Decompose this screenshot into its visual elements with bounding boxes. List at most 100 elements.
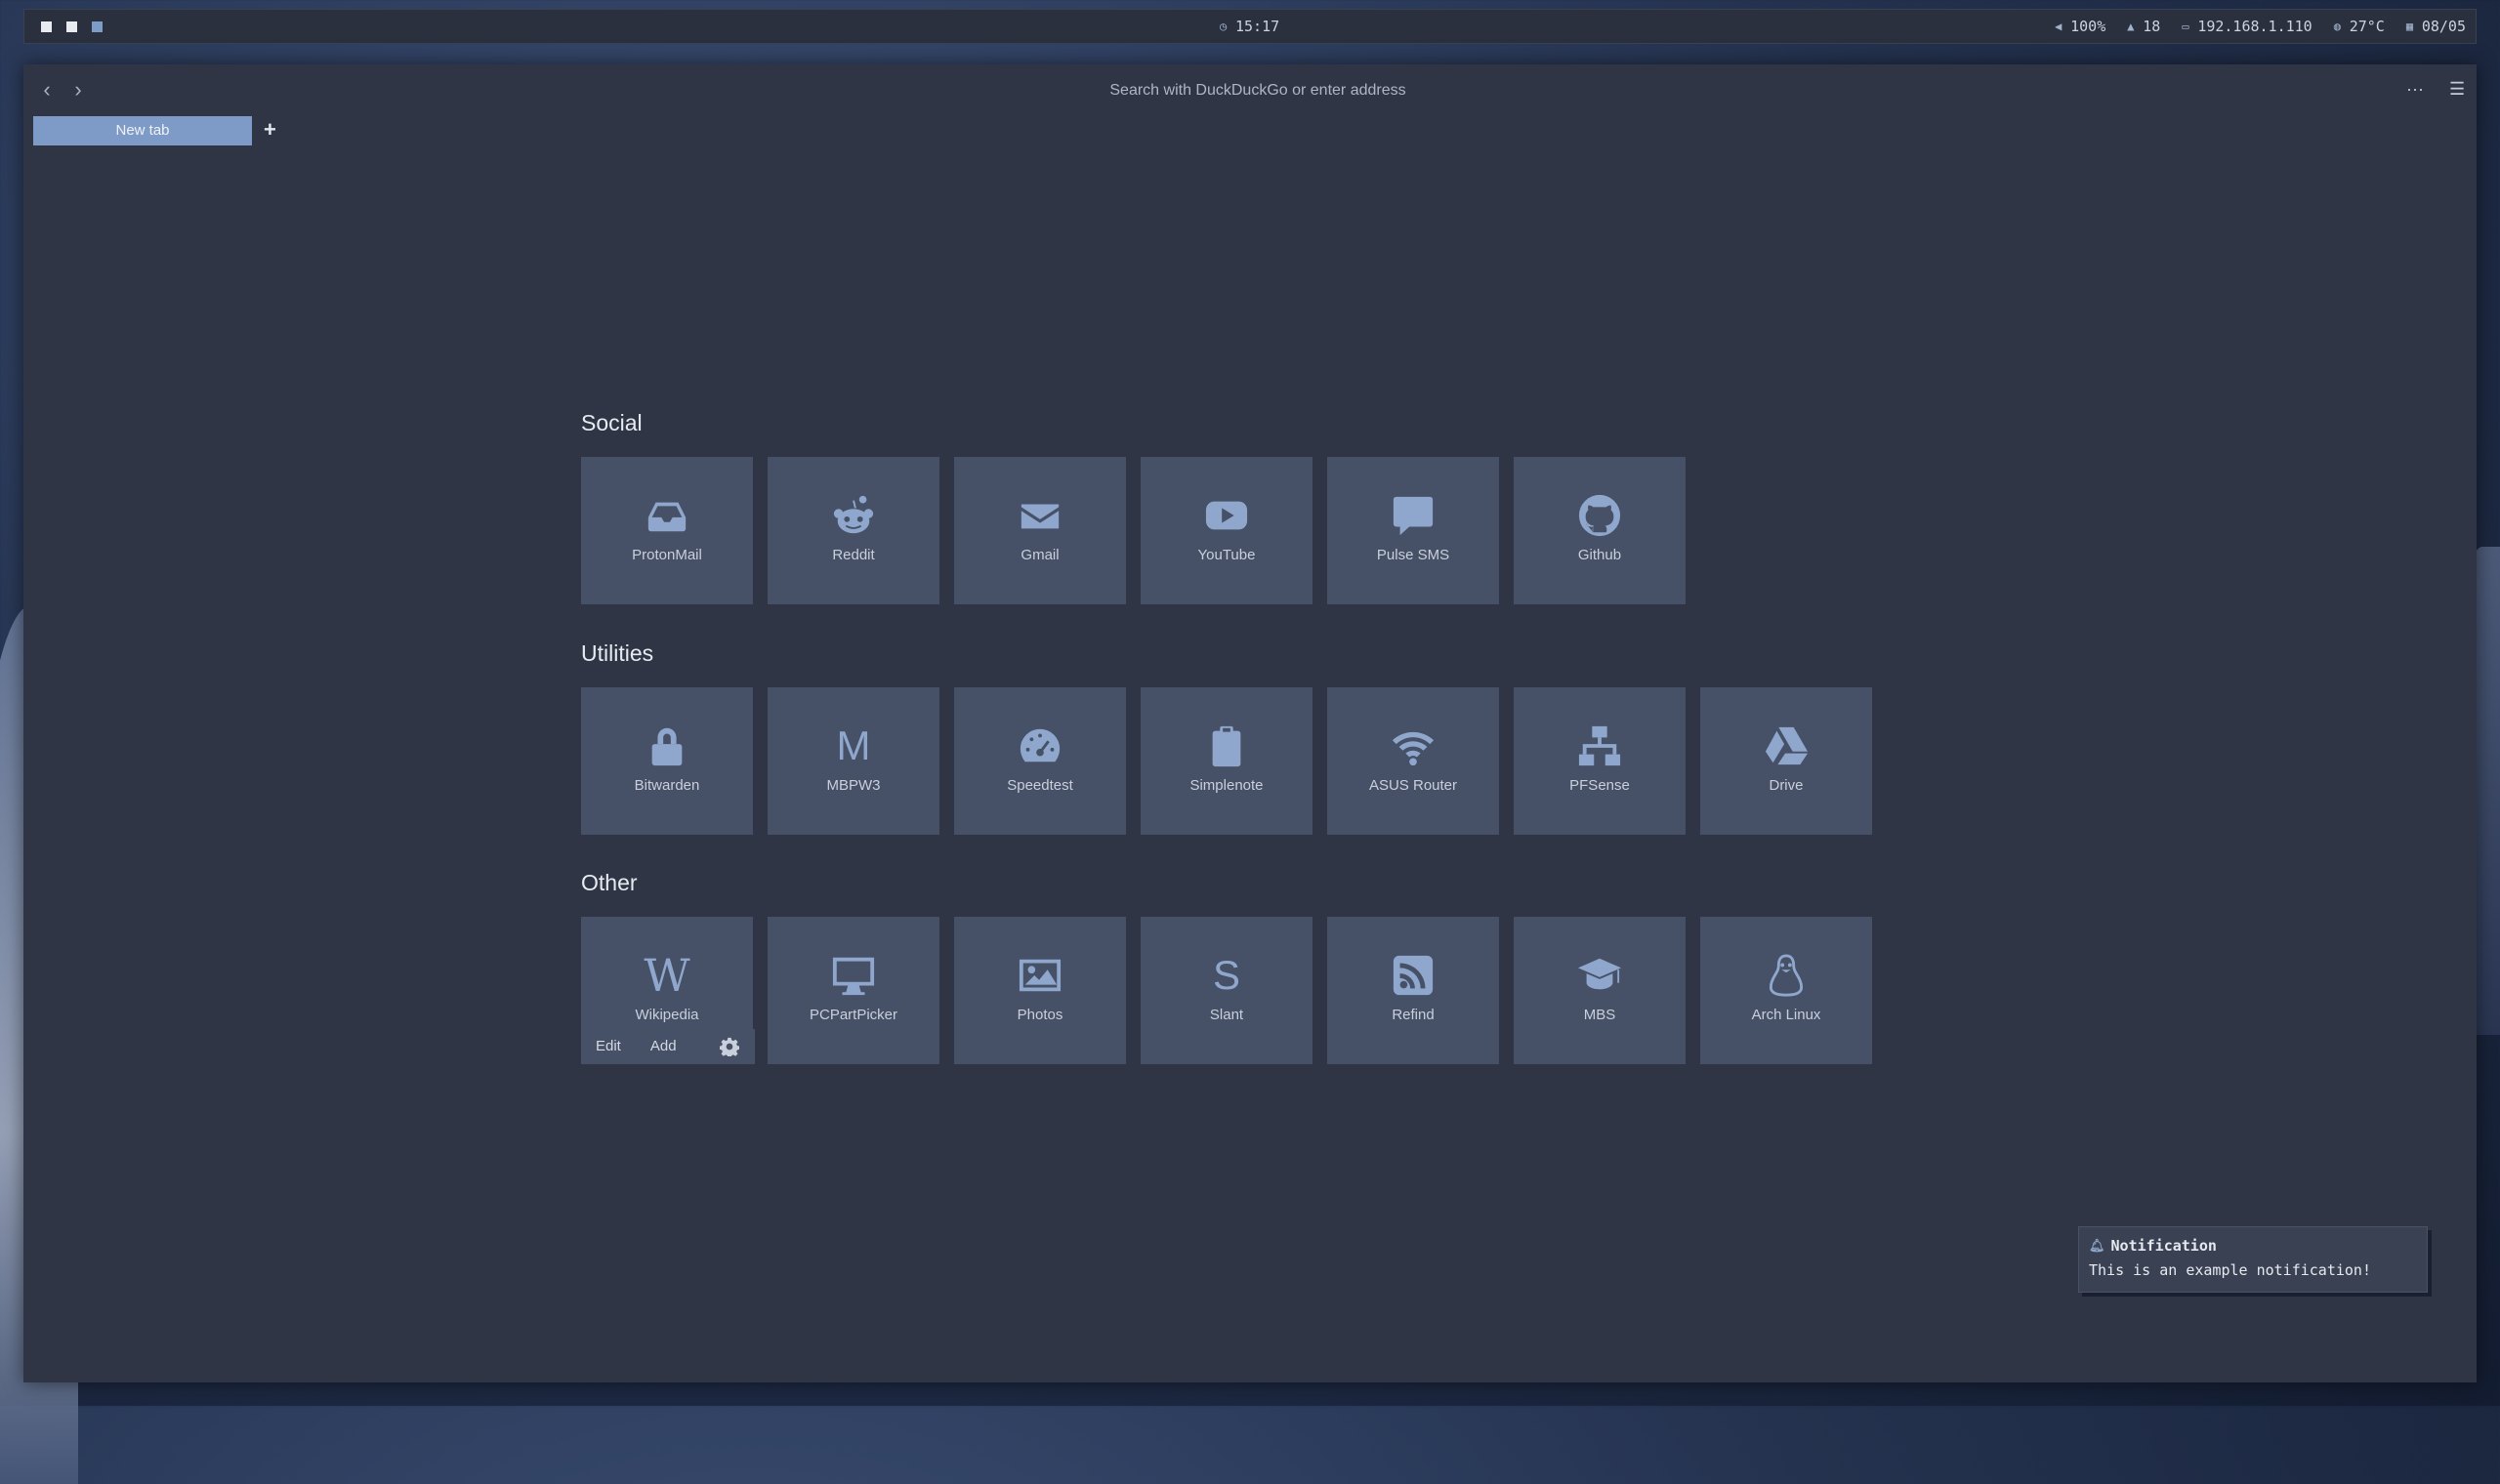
workspace-1[interactable] [41,21,52,32]
envelope-icon [1017,492,1063,539]
bookmark-label: MBPW3 [826,777,881,794]
bookmark-label: Pulse SMS [1376,547,1450,563]
calendar-icon: ▦ [2405,19,2414,33]
bookmark-refind[interactable]: Refind [1327,917,1499,1064]
updates-count: 18 [2143,18,2161,35]
updates-indicator[interactable]: ▲ 18 [2127,18,2160,35]
settings-button[interactable] [703,1029,755,1064]
tab-new-tab[interactable]: New tab [33,116,252,145]
edit-button[interactable]: Edit [581,1029,636,1064]
lock-icon [644,722,690,769]
volume-value: 100% [2070,18,2106,35]
temperature-value: 27°C [2349,18,2385,35]
network-icon [1576,722,1623,769]
bookmark-label: Gmail [1021,547,1060,563]
rss-icon [1390,952,1437,999]
other-bookmarks: W Wikipedia PCPartPicker Photos S Slant … [581,917,1872,1064]
hamburger-icon: ☰ [2449,79,2466,99]
bookmark-gmail[interactable]: Gmail [954,457,1126,604]
speedometer-icon [1017,722,1063,769]
bookmark-actions: Edit Add [581,1029,755,1064]
bookmark-label: PFSense [1569,777,1630,794]
bookmark-github[interactable]: Github [1514,457,1686,604]
temperature-indicator: ◍ 27°C [2334,18,2385,35]
section-title-utilities: Utilities [581,640,654,666]
bookmark-mbs[interactable]: MBS [1514,917,1686,1064]
notification-header: 🔔︎ Notification [2089,1237,2417,1255]
letter-s-icon: S [1212,952,1240,998]
status-indicators: ◀ 100% ▲ 18 ▭ 192.168.1.110 ◍ 27°C ▦ 08/… [2055,18,2466,35]
bookmark-asus-router[interactable]: ASUS Router [1327,687,1499,835]
bookmark-label: Drive [1769,777,1804,794]
bookmark-label: YouTube [1197,547,1256,563]
bookmark-speedtest[interactable]: Speedtest [954,687,1126,835]
bookmark-label: ProtonMail [632,547,702,563]
ethernet-icon: ▭ [2182,19,2189,33]
bookmark-protonmail[interactable]: ProtonMail [581,457,753,604]
bookmark-label: Refind [1392,1007,1435,1023]
bookmark-label: PCPartPicker [809,1007,898,1023]
clock: ◷ 15:17 [1220,18,1279,35]
image-icon [1017,952,1063,999]
bookmark-label: Github [1577,547,1622,563]
main-menu-button[interactable]: ☰ [2449,76,2465,102]
reddit-icon [830,492,877,539]
bookmark-label: Reddit [832,547,875,563]
bookmark-label: Bitwarden [634,777,700,794]
bookmark-slant[interactable]: S Slant [1141,917,1312,1064]
linux-icon [1763,952,1810,999]
bookmark-label: Slant [1209,1007,1244,1023]
edit-add-group: Edit Add [581,1029,691,1064]
ip-address: 192.168.1.110 [2197,18,2312,35]
new-tab-button[interactable]: + [264,115,276,144]
arch-logo-icon: ▲ [2127,19,2135,33]
chat-bubble-icon [1390,492,1437,539]
wifi-icon [1390,722,1437,769]
clipboard-icon [1203,722,1250,769]
bookmark-bitwarden[interactable]: Bitwarden [581,687,753,835]
bookmark-mbpw3[interactable]: M MBPW3 [768,687,939,835]
gear-icon [719,1037,739,1056]
volume-indicator[interactable]: ◀ 100% [2055,18,2105,35]
address-bar[interactable]: Search with DuckDuckGo or enter address [902,76,1613,105]
speaker-icon: ◀ [2055,19,2062,33]
ellipsis-icon: ··· [2406,79,2424,99]
more-options-button[interactable]: ··· [2406,76,2424,102]
bookmark-photos[interactable]: Photos [954,917,1126,1064]
add-button[interactable]: Add [636,1029,691,1064]
workspace-2[interactable] [66,21,77,32]
bookmark-drive[interactable]: Drive [1700,687,1872,835]
github-icon [1576,492,1623,539]
bookmark-label: Arch Linux [1751,1007,1821,1023]
chevron-right-icon: › [74,77,82,102]
bookmark-pcpartpicker[interactable]: PCPartPicker [768,917,939,1064]
network-indicator[interactable]: ▭ 192.168.1.110 [2182,18,2312,35]
date-value: 08/05 [2421,18,2466,35]
notification-message: This is an example notification! [2089,1261,2371,1279]
bookmark-label: Simplenote [1189,777,1264,794]
back-button[interactable]: ‹ [35,78,59,102]
notification-popup[interactable]: 🔔︎ Notification This is an example notif… [2078,1226,2428,1293]
workspace-3[interactable] [92,21,103,32]
bookmark-arch-linux[interactable]: Arch Linux [1700,917,1872,1064]
section-title-social: Social [581,410,643,435]
bookmark-label: ASUS Router [1368,777,1458,794]
bookmark-simplenote[interactable]: Simplenote [1141,687,1312,835]
graduation-cap-icon [1576,952,1623,999]
thermometer-icon: ◍ [2333,19,2341,33]
bookmark-label: MBS [1583,1007,1616,1023]
section-title-other: Other [581,870,638,895]
wikipedia-icon: W [644,949,690,1002]
utilities-bookmarks: Bitwarden M MBPW3 Speedtest Simplenote A… [581,687,1872,835]
bookmark-youtube[interactable]: YouTube [1141,457,1312,604]
inbox-icon [644,492,690,539]
bookmark-pfsense[interactable]: PFSense [1514,687,1686,835]
google-drive-icon [1763,722,1810,769]
bookmark-reddit[interactable]: Reddit [768,457,939,604]
status-bar: ◷ 15:17 ◀ 100% ▲ 18 ▭ 192.168.1.110 ◍ 27… [23,9,2477,44]
clock-time: 15:17 [1235,18,1280,35]
bookmark-label: Wikipedia [635,1007,699,1023]
bookmark-pulse-sms[interactable]: Pulse SMS [1327,457,1499,604]
clock-icon: ◷ [1220,19,1228,33]
forward-button[interactable]: › [66,78,90,102]
